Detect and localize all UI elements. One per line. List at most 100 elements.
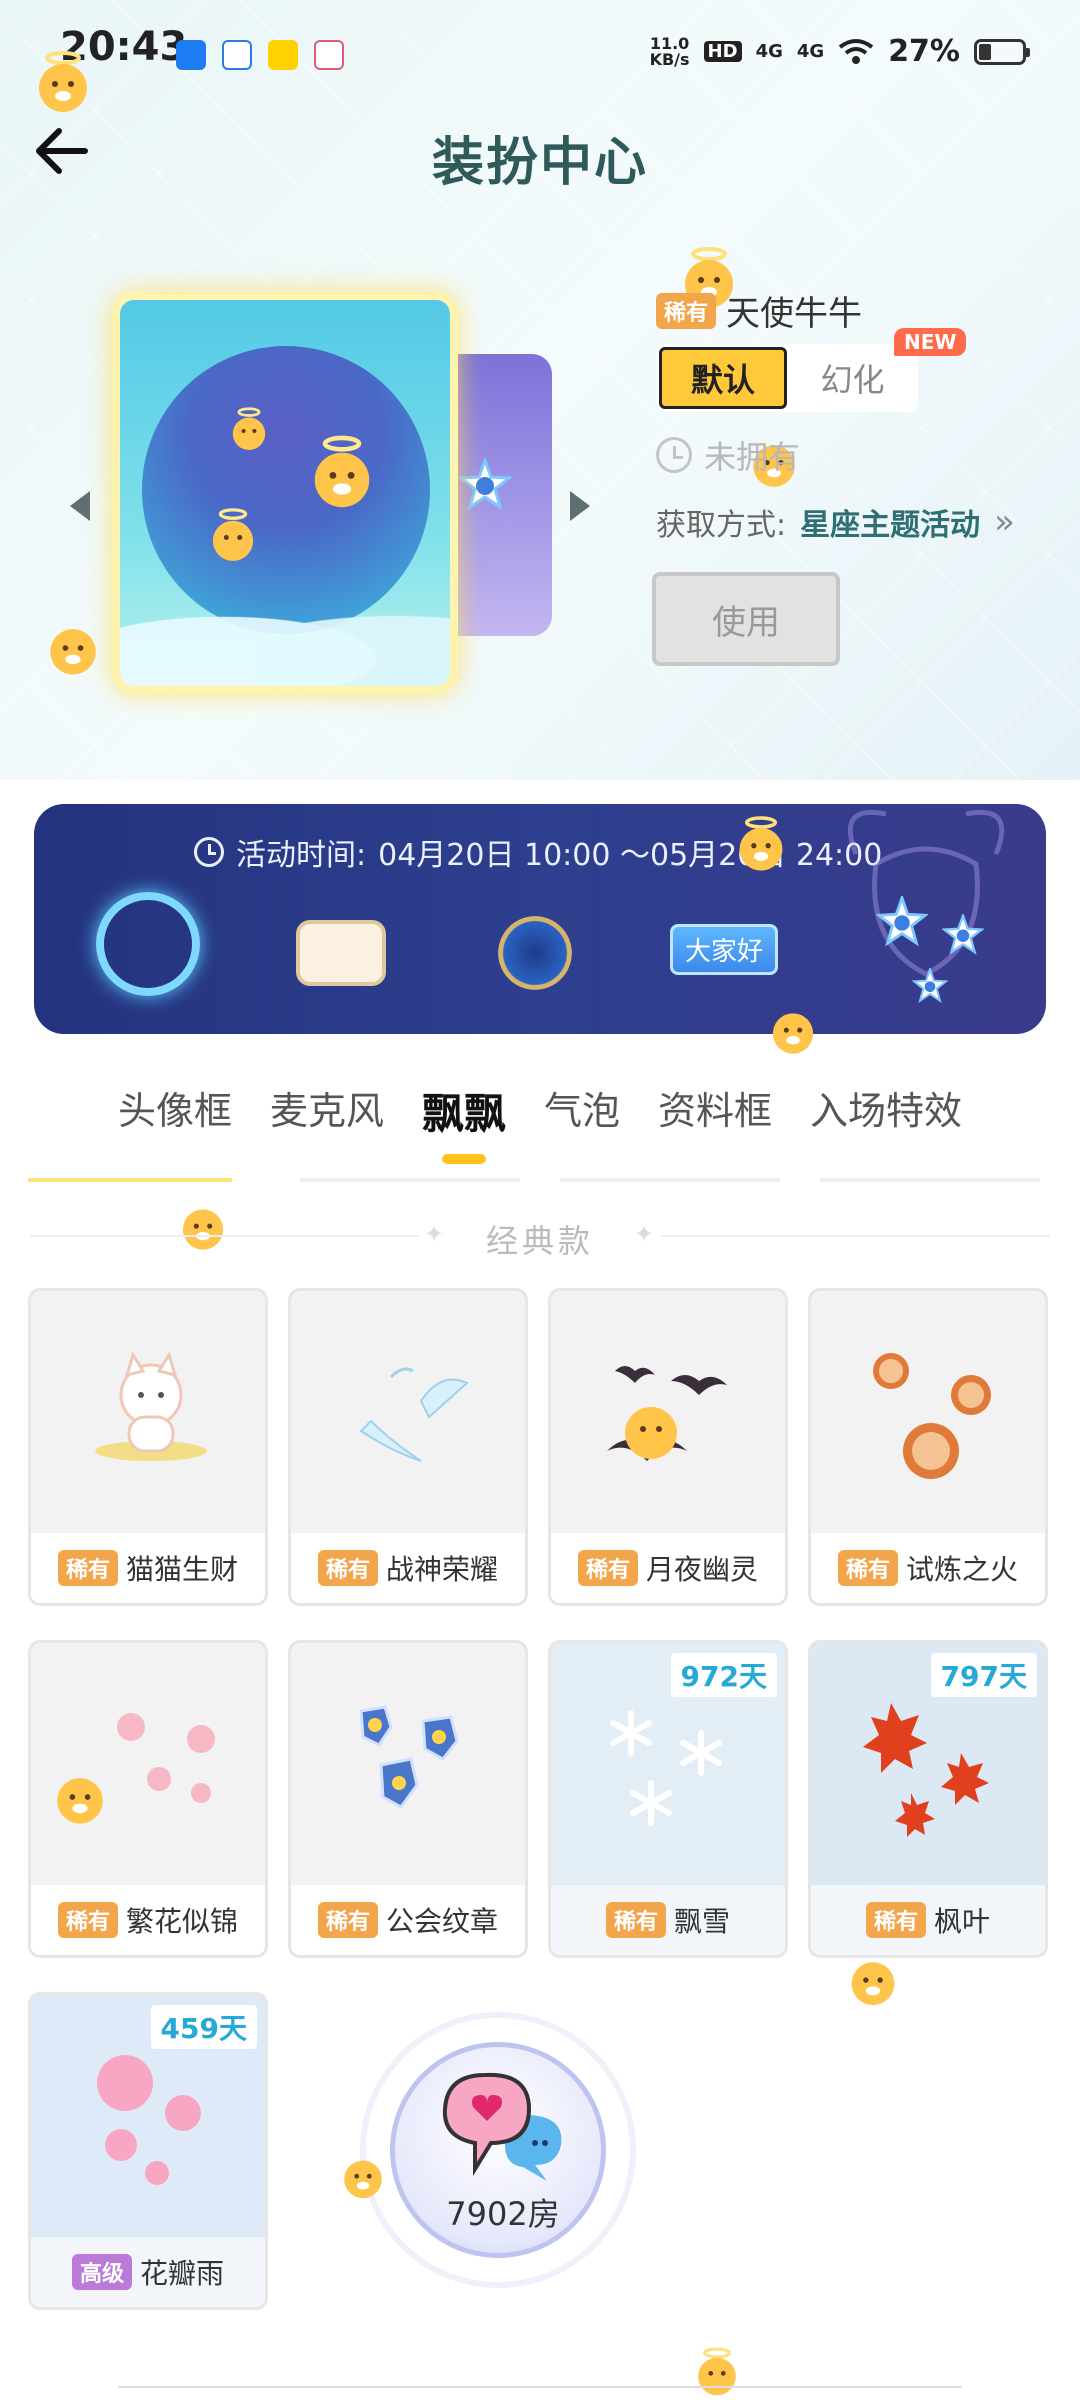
quality-tag: 高级 <box>71 2254 132 2290</box>
angel-calf-mascot-icon <box>772 1013 814 1054</box>
floating-room-button[interactable]: 7902房 <box>360 2012 636 2288</box>
event-time-label: 活动时间: <box>236 838 367 873</box>
category-tabs: 头像框 麦克风 飘飘 气泡 资料框 入场特效 <box>0 1080 1080 1141</box>
sub-tab-line[interactable] <box>560 1178 780 1182</box>
item-preview <box>31 1291 265 1535</box>
avatar-frame-reward-icon <box>96 892 200 996</box>
item-preview <box>551 1291 785 1535</box>
rarity-tag: 稀有 <box>57 1550 118 1586</box>
selected-preview-card[interactable] <box>112 292 458 694</box>
item-card[interactable]: 459天 高级 花瓣雨 <box>28 1992 268 2310</box>
battery-icon <box>974 38 1030 65</box>
section-title: 经典款 <box>485 1222 594 1260</box>
tab-profile-frame[interactable]: 资料框 <box>658 1080 772 1141</box>
angel-calf-mascot-icon <box>851 1962 895 2006</box>
item-label-bar: 稀有 飘雪 <box>551 1885 785 1955</box>
variant-alt-tab[interactable]: 幻化 <box>787 355 918 401</box>
signal-4g-sim2-icon: 4G <box>796 41 825 62</box>
chat-bubble-reward: 大家好 <box>670 924 779 975</box>
next-item-arrow[interactable] <box>560 486 600 526</box>
sub-tab-strip <box>28 1178 1052 1184</box>
tab-chat-bubble[interactable]: 气泡 <box>544 1080 620 1141</box>
bottom-edge-divider <box>118 2386 962 2394</box>
sparkle-icon: ✦ <box>634 1220 655 1248</box>
previous-item-arrow[interactable] <box>60 486 100 526</box>
acquire-value-link[interactable]: 星座主题活动 <box>800 500 980 544</box>
item-card[interactable]: 稀有 战神荣耀 <box>288 1288 528 1606</box>
snowflake-icon <box>610 1710 722 1826</box>
item-card[interactable]: 稀有 猫猫生财 <box>28 1288 268 1606</box>
app-notification-icon-2 <box>222 40 252 70</box>
sub-tab-line[interactable] <box>28 1178 232 1182</box>
taurus-zodiac-icon <box>498 916 572 990</box>
days-remaining-badge: 459天 <box>150 2005 257 2049</box>
chevron-left-icon <box>70 491 90 521</box>
preview-cloud-decoration <box>120 586 450 686</box>
rarity-tag: 稀有 <box>837 1550 898 1586</box>
zodiac-star-badge-icon <box>458 458 512 511</box>
fireball-icon <box>873 1353 991 1479</box>
page-title: 装扮中心 <box>431 133 648 193</box>
active-tab-indicator <box>442 1154 486 1164</box>
event-banner[interactable]: 活动时间: 04月20日 10:00 ～05月20日 24:00 大家好 <box>34 804 1046 1034</box>
clock-icon <box>656 437 692 473</box>
use-button[interactable]: 使用 <box>652 572 840 666</box>
section-header: ✦ 经典款 ✦ <box>30 1216 1050 1260</box>
new-badge: NEW <box>894 328 967 356</box>
angel-calf-icon <box>212 508 254 561</box>
item-card[interactable]: 稀有 繁花似锦 <box>28 1640 268 1958</box>
tab-floating-effect[interactable]: 飘飘 <box>422 1080 506 1141</box>
network-speed-unit: KB/s <box>649 49 690 69</box>
ownership-status-text: 未拥有 <box>704 438 801 476</box>
acquire-method-row[interactable]: 获取方式: 星座主题活动 » <box>656 500 1015 544</box>
item-label-bar: 高级 花瓣雨 <box>31 2237 265 2307</box>
item-card[interactable]: 797天 稀有 枫叶 <box>808 1640 1048 1958</box>
item-label-bar: 稀有 战神荣耀 <box>291 1533 525 1603</box>
rarity-tag: 稀有 <box>317 1550 378 1586</box>
ownership-status: 未拥有 <box>656 432 800 478</box>
sub-tab-line[interactable] <box>300 1178 520 1182</box>
item-preview <box>291 1643 525 1887</box>
room-number: 7902房 <box>446 2195 560 2233</box>
rarity-tag: 稀有 <box>605 1902 666 1938</box>
angel-calf-mascot-icon <box>57 1778 103 1824</box>
item-name: 枫叶 <box>934 1905 991 1938</box>
variant-switch: 默认 幻化 <box>656 344 918 412</box>
item-card[interactable]: 稀有 月夜幽灵 <box>548 1288 788 1606</box>
sub-tab-line[interactable] <box>820 1178 1040 1182</box>
item-card[interactable]: 稀有 试炼之火 <box>808 1288 1048 1606</box>
app-notification-icon-1 <box>176 40 206 70</box>
tab-microphone[interactable]: 麦克风 <box>270 1080 384 1141</box>
feather-icon <box>359 1367 469 1462</box>
tab-avatar-frame[interactable]: 头像框 <box>118 1080 232 1141</box>
item-preview <box>811 1291 1045 1535</box>
item-card[interactable]: 稀有 公会纹章 <box>288 1640 528 1958</box>
item-name-row: 稀有 天使牛牛 <box>656 286 862 335</box>
item-name: 飘雪 <box>674 1905 731 1938</box>
rarity-tag: 稀有 <box>577 1550 638 1586</box>
item-label-bar: 稀有 月夜幽灵 <box>551 1533 785 1603</box>
variant-default-tab[interactable]: 默认 <box>659 347 787 409</box>
angel-calf-icon <box>232 407 266 450</box>
room-button-inner: 7902房 <box>390 2042 606 2258</box>
angel-calf-mascot-icon <box>39 51 87 112</box>
network-speed: 11.0 KB/s <box>649 35 690 69</box>
star-badge-icon <box>876 896 928 947</box>
item-card[interactable]: 972天 稀有 飘雪 <box>548 1640 788 1958</box>
item-name: 战神荣耀 <box>386 1553 499 1586</box>
bat-ghost-icon <box>607 1366 727 1461</box>
tab-entrance-effect[interactable]: 入场特效 <box>810 1080 962 1141</box>
rarity-tag: 稀有 <box>865 1902 926 1938</box>
item-name: 公会纹章 <box>386 1905 499 1938</box>
angel-calf-mascot-icon <box>739 816 783 871</box>
next-preview-card[interactable] <box>454 354 552 636</box>
item-label-bar: 稀有 公会纹章 <box>291 1885 525 1955</box>
profile-frame-reward-icon <box>296 920 386 986</box>
item-name: 繁花似锦 <box>126 1905 239 1938</box>
app-notification-icon-4 <box>314 40 344 70</box>
rarity-tag: 稀有 <box>317 1902 378 1938</box>
status-bar: 20:43 11.0 KB/s HD 4G 4G 27% <box>0 0 1080 110</box>
hd-volte-badge: HD <box>703 41 742 62</box>
angel-calf-mascot-icon <box>344 2160 382 2199</box>
star-badge-icon <box>942 914 984 955</box>
